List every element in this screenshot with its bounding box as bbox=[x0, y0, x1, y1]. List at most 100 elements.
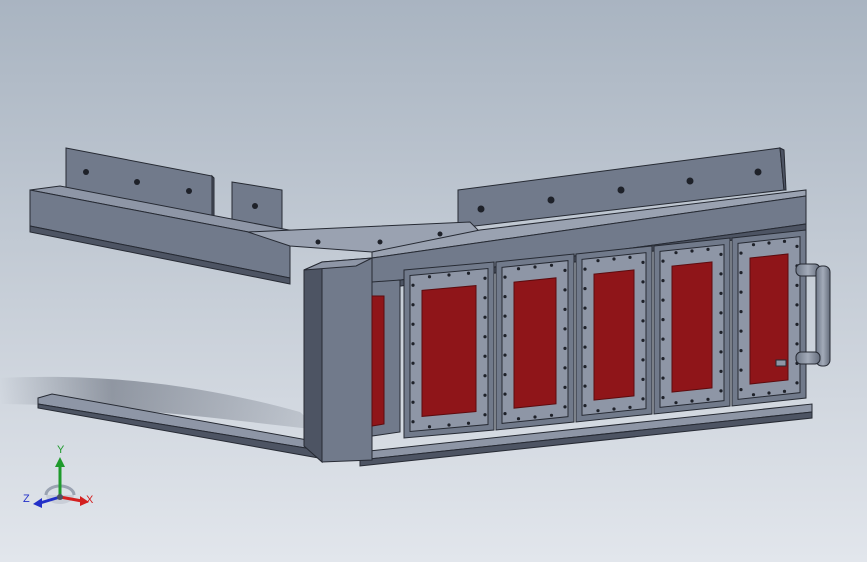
screw-hole bbox=[563, 268, 567, 272]
screw-hole bbox=[447, 273, 451, 277]
screw-hole bbox=[533, 265, 537, 269]
screw-hole bbox=[411, 400, 415, 404]
screw-hole bbox=[739, 349, 743, 353]
bolt-hole bbox=[477, 205, 485, 213]
bolt-hole bbox=[547, 196, 555, 204]
screw-hole bbox=[483, 335, 487, 339]
screw-hole bbox=[583, 267, 587, 271]
screw-hole bbox=[690, 399, 694, 403]
screw-hole bbox=[795, 283, 799, 287]
screw-hole bbox=[661, 279, 665, 283]
screw-hole bbox=[719, 291, 723, 295]
red-window-panel bbox=[671, 261, 713, 393]
screw-hole bbox=[503, 412, 507, 416]
screw-hole bbox=[795, 322, 799, 326]
bolt-hole bbox=[252, 203, 258, 209]
screw-hole bbox=[782, 239, 787, 243]
assembly-model-view[interactable]: Y X Z bbox=[0, 0, 867, 562]
screw-hole bbox=[719, 311, 723, 315]
screw-hole bbox=[483, 276, 487, 280]
screw-hole bbox=[706, 397, 710, 401]
screw-hole bbox=[739, 368, 743, 372]
screw-hole bbox=[447, 423, 451, 427]
screw-hole bbox=[503, 392, 507, 396]
screw-hole bbox=[767, 241, 771, 245]
screw-hole bbox=[795, 303, 799, 307]
screw-hole bbox=[795, 342, 799, 346]
screw-hole bbox=[628, 405, 632, 409]
screw-hole bbox=[411, 420, 415, 424]
screw-hole bbox=[739, 310, 743, 314]
screw-hole bbox=[641, 319, 645, 323]
nameplate bbox=[775, 359, 787, 367]
screw-hole bbox=[795, 381, 799, 385]
screw-hole bbox=[751, 243, 756, 247]
screw-hole bbox=[411, 303, 415, 307]
screw-hole bbox=[483, 413, 487, 417]
screw-hole bbox=[782, 389, 787, 393]
red-window-panel bbox=[593, 269, 635, 401]
red-window-panel bbox=[421, 285, 477, 417]
screw-hole bbox=[661, 396, 665, 400]
screw-hole bbox=[503, 334, 507, 338]
screw-hole bbox=[483, 374, 487, 378]
screw-hole bbox=[719, 350, 723, 354]
screw-hole bbox=[641, 397, 645, 401]
screw-hole bbox=[719, 252, 723, 256]
screw-hole bbox=[641, 338, 645, 342]
screw-hole bbox=[583, 384, 587, 388]
panel-module bbox=[403, 261, 495, 439]
left-side-panel bbox=[371, 279, 401, 437]
screw-hole bbox=[674, 251, 678, 255]
bolt-hole bbox=[437, 231, 443, 237]
screw-hole bbox=[612, 257, 616, 261]
screw-hole bbox=[739, 388, 743, 392]
panel-module bbox=[575, 245, 653, 423]
screw-hole bbox=[751, 393, 756, 397]
screw-hole bbox=[563, 327, 567, 331]
screw-hole bbox=[661, 259, 665, 263]
screw-hole bbox=[549, 413, 554, 417]
screw-hole bbox=[411, 342, 415, 346]
screw-hole bbox=[583, 287, 587, 291]
screw-hole bbox=[583, 404, 587, 408]
cad-viewport[interactable]: Y X Z bbox=[0, 0, 867, 562]
screw-hole bbox=[739, 271, 743, 275]
screw-hole bbox=[563, 288, 567, 292]
triad-x-label: X bbox=[86, 494, 94, 506]
screw-hole bbox=[706, 247, 710, 251]
screw-hole bbox=[533, 415, 537, 419]
screw-hole bbox=[583, 345, 587, 349]
screw-hole bbox=[739, 329, 743, 333]
screw-hole bbox=[563, 366, 567, 370]
screw-hole bbox=[483, 354, 487, 358]
screw-hole bbox=[583, 326, 587, 330]
screw-hole bbox=[674, 401, 678, 405]
screw-hole bbox=[719, 272, 723, 276]
screw-hole bbox=[612, 407, 616, 411]
screw-hole bbox=[661, 376, 665, 380]
red-window-panel bbox=[513, 277, 557, 409]
screw-hole bbox=[719, 389, 723, 393]
screw-hole bbox=[483, 296, 487, 300]
panel-module bbox=[495, 253, 575, 431]
screw-hole bbox=[503, 373, 507, 377]
screw-hole bbox=[466, 421, 471, 425]
bolt-hole bbox=[83, 169, 89, 175]
screw-hole bbox=[563, 405, 567, 409]
screw-hole bbox=[661, 357, 665, 361]
screw-hole bbox=[563, 385, 567, 389]
screw-hole bbox=[549, 263, 554, 267]
screw-hole bbox=[739, 290, 743, 294]
screw-hole bbox=[628, 255, 632, 259]
screw-hole bbox=[411, 283, 415, 287]
screw-hole bbox=[503, 353, 507, 357]
bolt-hole bbox=[377, 239, 383, 245]
screw-hole bbox=[767, 391, 771, 395]
screw-hole bbox=[563, 346, 567, 350]
screw-hole bbox=[503, 295, 507, 299]
screw-hole bbox=[719, 369, 723, 373]
bolt-hole bbox=[134, 179, 140, 185]
screw-hole bbox=[516, 267, 521, 271]
bolt-hole bbox=[754, 168, 762, 176]
